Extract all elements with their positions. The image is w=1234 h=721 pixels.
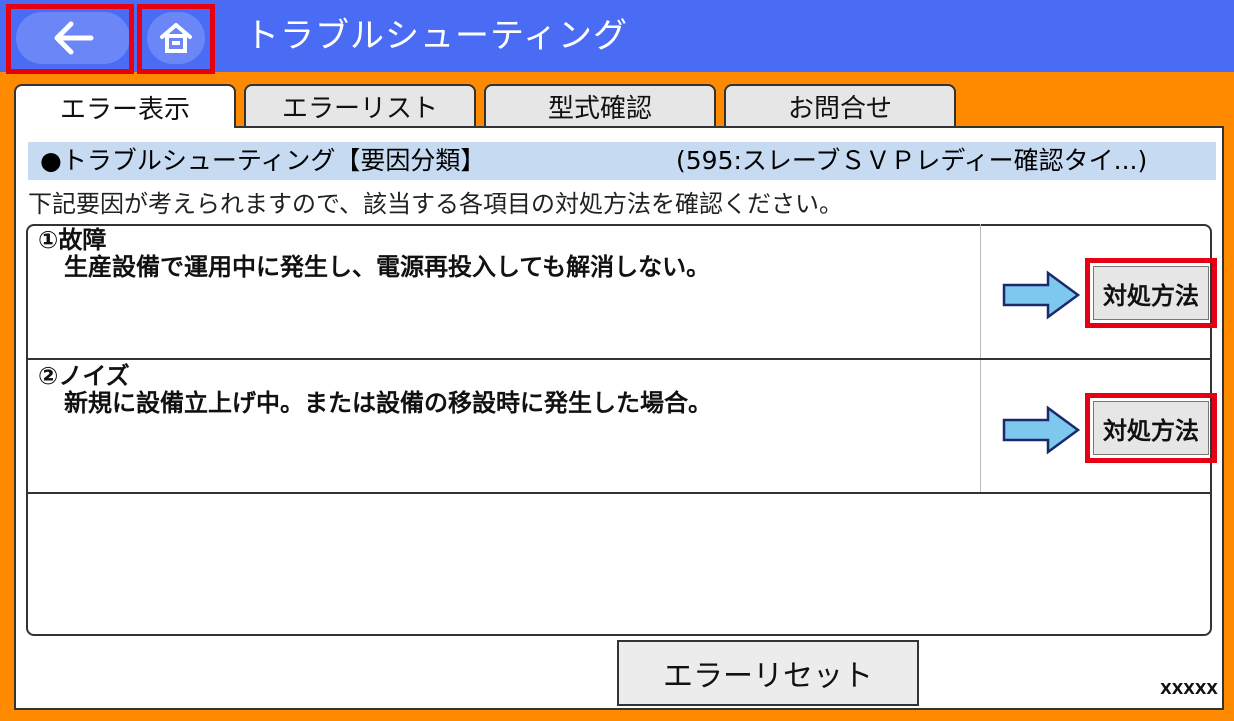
intro-text: 下記要因が考えられますので、該当する各項目の対処方法を確認ください。: [28, 190, 844, 218]
section-title: ●トラブルシューティング【要因分類】: [40, 146, 486, 175]
cause-name: ②ノイズ: [38, 362, 130, 390]
tab-label: エラーリスト: [281, 93, 438, 124]
action-button-highlight: 対処方法: [1085, 393, 1217, 463]
tab-label: エラー表示: [59, 94, 190, 125]
row-divider: [980, 224, 981, 358]
tab-model-check[interactable]: 型式確認: [484, 84, 716, 126]
screen-code: XXXXX: [1160, 680, 1218, 698]
action-button[interactable]: 対処方法: [1093, 266, 1209, 320]
tab-label: お問合せ: [787, 93, 892, 124]
row-divider: [980, 360, 981, 492]
cause-name: ①故障: [38, 226, 107, 254]
tab-inquiry[interactable]: お問合せ: [724, 84, 956, 126]
tab-error-display[interactable]: エラー表示: [14, 84, 236, 128]
back-button-highlight: [6, 4, 134, 74]
cause-description: 新規に設備立上げ中。または設備の移設時に発生した場合。: [64, 389, 712, 417]
page-title: トラブルシューティング: [245, 16, 628, 56]
cause-row: ①故障 生産設備で運用中に発生し、電源再投入しても解消しない。 対処方法: [26, 224, 1217, 360]
error-reset-button[interactable]: エラーリセット: [617, 640, 919, 706]
header-bar: トラブルシューティング: [0, 0, 1234, 74]
error-code-label: (595:スレーブＳＶＰレディー確認タイ...): [676, 146, 1148, 175]
arrow-right-icon: [1002, 270, 1081, 320]
action-button[interactable]: 対処方法: [1093, 401, 1209, 455]
home-button-highlight: [137, 4, 215, 74]
action-button-highlight: 対処方法: [1085, 258, 1217, 328]
cause-row: ②ノイズ 新規に設備立上げ中。または設備の移設時に発生した場合。 対処方法: [26, 360, 1217, 494]
main-panel: ●トラブルシューティング【要因分類】 (595:スレーブＳＶＰレディー確認タイ.…: [14, 126, 1224, 710]
tab-label: 型式確認: [547, 93, 652, 124]
arrow-right-icon: [1002, 405, 1081, 455]
cause-description: 生産設備で運用中に発生し、電源再投入しても解消しない。: [64, 253, 711, 281]
section-header: ●トラブルシューティング【要因分類】 (595:スレーブＳＶＰレディー確認タイ.…: [28, 142, 1216, 180]
tab-error-list[interactable]: エラーリスト: [244, 84, 476, 126]
